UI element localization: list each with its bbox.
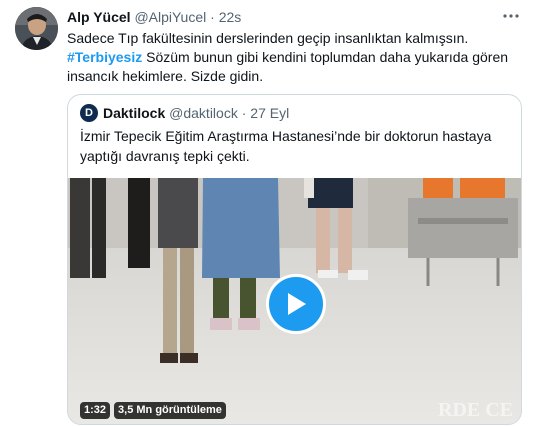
quoted-tweet[interactable]: D Daktilock @daktilock · 27 Eyl İzmir Te…	[67, 94, 522, 425]
quoted-tweet-header: D Daktilock @daktilock · 27 Eyl	[80, 104, 289, 122]
video-duration: 1:32	[80, 402, 111, 419]
video-views: 3,5 Mn görüntüleme	[114, 402, 226, 419]
quoted-author-handle[interactable]: @daktilock	[169, 105, 238, 121]
timestamp[interactable]: 22s	[219, 9, 242, 25]
quoted-avatar[interactable]: D	[80, 104, 98, 122]
play-icon[interactable]	[266, 274, 326, 334]
quoted-timestamp[interactable]: 27 Eyl	[250, 105, 289, 121]
tweet-header: Alp Yücel @AlpiYucel · 22s	[67, 9, 241, 25]
tweet-text: Sadece Tıp fakültesinin derslerinden geç…	[67, 29, 517, 86]
svg-text:RDE CE: RDE CE	[438, 399, 513, 421]
separator: ·	[210, 9, 215, 25]
video-info-badges: 1:32 3,5 Mn görüntüleme	[80, 402, 226, 419]
quoted-author-name[interactable]: Daktilock	[103, 105, 165, 121]
avatar[interactable]	[15, 7, 58, 50]
author-handle[interactable]: @AlpiYucel	[134, 9, 206, 25]
video-player[interactable]: RDE CE 1:32 3,5 Mn görüntüleme	[68, 178, 521, 424]
tweet[interactable]: Alp Yücel @AlpiYucel · 22s Sadece Tıp fa…	[0, 0, 535, 426]
author-name[interactable]: Alp Yücel	[67, 9, 131, 25]
tweet-text-line1: Sadece Tıp fakültesinin derslerinden geç…	[67, 30, 469, 46]
more-options-icon[interactable]	[501, 6, 521, 26]
quoted-tweet-text: İzmir Tepecik Eğitim Araştırma Hastanesi…	[80, 128, 492, 164]
quoted-separator: ·	[241, 105, 247, 121]
hashtag-link[interactable]: #Terbiyesiz	[67, 49, 142, 65]
